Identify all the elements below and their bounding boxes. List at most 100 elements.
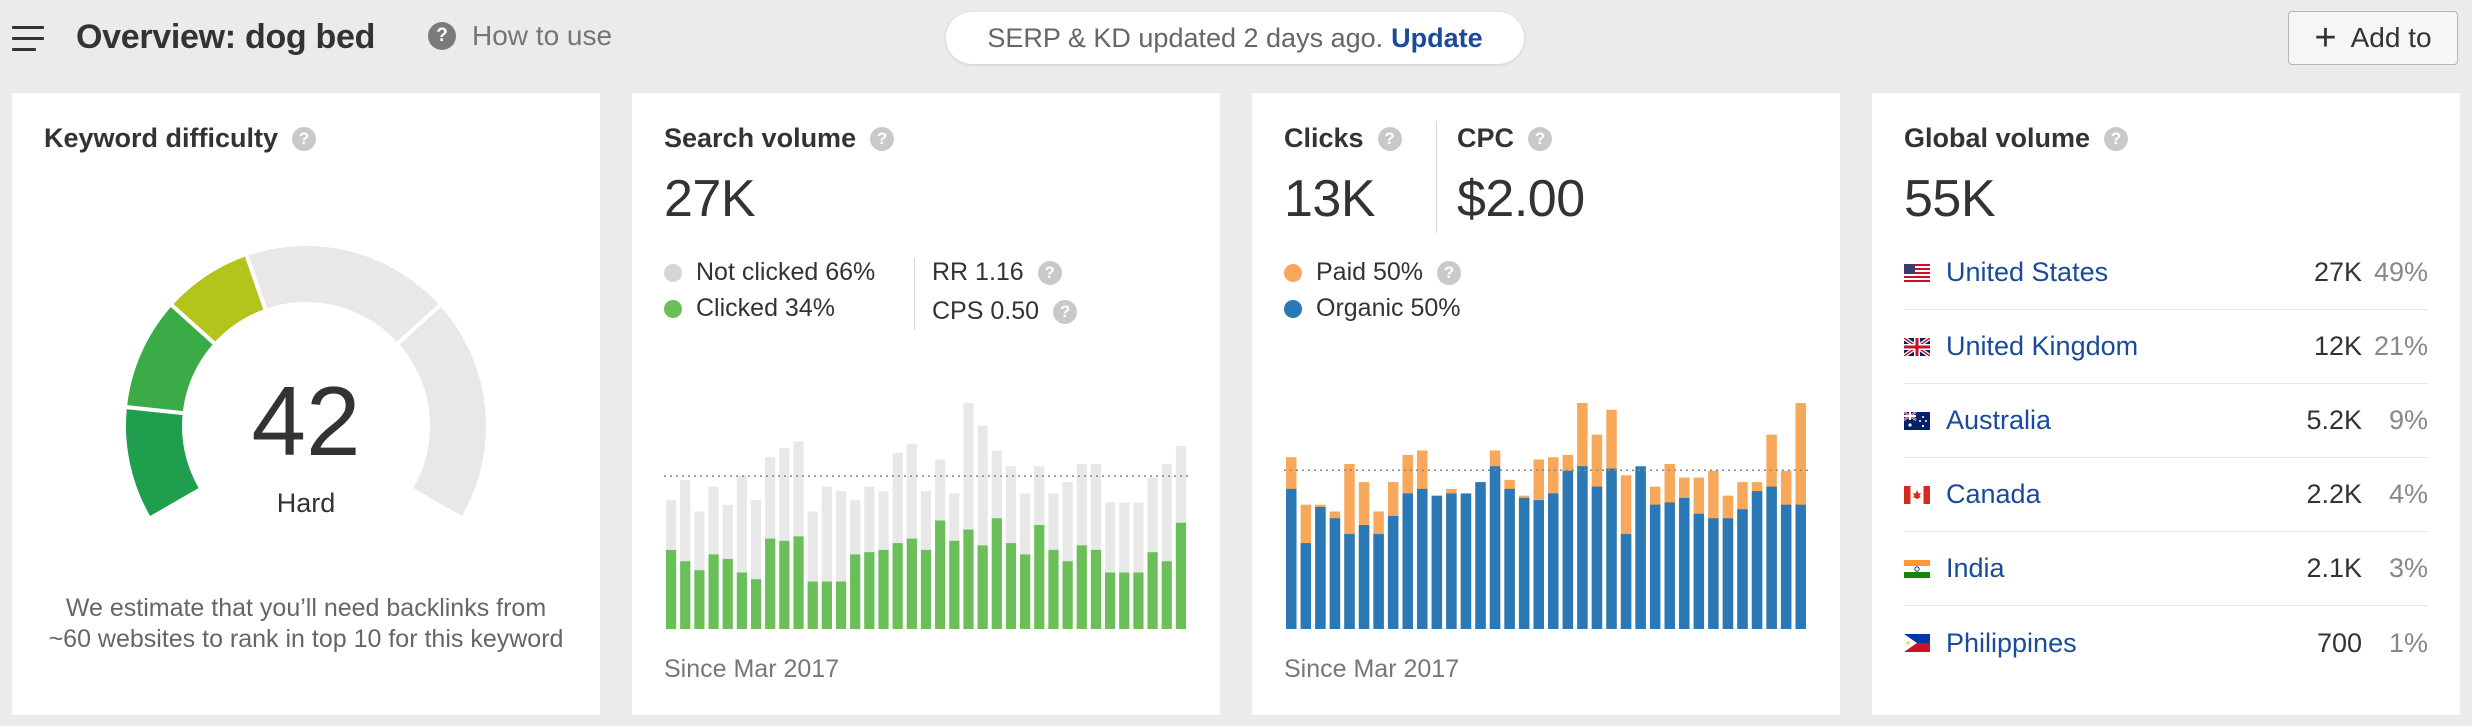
country-row: Philippines 700 1% <box>1904 606 2428 680</box>
clicks-bar-part[interactable] <box>1518 497 1530 629</box>
sv-bar-part[interactable] <box>1034 525 1045 629</box>
country-name[interactable]: United Kingdom <box>1946 331 2272 362</box>
sv-bar-part[interactable] <box>821 581 832 629</box>
clicks-bar-part[interactable] <box>1780 504 1792 629</box>
sv-bar-part[interactable] <box>1105 572 1116 630</box>
sv-bar-part[interactable] <box>963 529 974 629</box>
clicks-bar-part[interactable] <box>1766 486 1777 629</box>
clicks-bar-part[interactable] <box>1737 509 1748 629</box>
global-volume-card: Global volume ? 55K United States 27K 49% U… <box>1872 93 2460 715</box>
clicks-bar-part[interactable] <box>1417 488 1428 629</box>
clicks-bar-part[interactable] <box>1708 518 1719 629</box>
sv-bar-part[interactable] <box>878 549 889 629</box>
clicks-bar-part[interactable] <box>1402 493 1413 629</box>
sv-bar-part[interactable] <box>750 579 762 629</box>
sv-bar-part[interactable] <box>977 545 988 629</box>
sv-bar-part[interactable] <box>1048 549 1059 629</box>
clicks-bar-part[interactable] <box>1649 504 1661 629</box>
canada-flag-icon <box>1904 485 1930 504</box>
sv-bar-part[interactable] <box>722 558 733 629</box>
clicks-bar-part[interactable] <box>1300 543 1312 629</box>
sv-bar-part[interactable] <box>892 543 903 629</box>
how-to-use-link[interactable]: ? How to use <box>428 20 612 52</box>
sv-title-label: Search volume <box>664 123 857 153</box>
clicks-bar-part[interactable] <box>1591 486 1603 629</box>
clicks-bar-part[interactable] <box>1475 482 1486 629</box>
sv-bar-part[interactable] <box>807 581 818 629</box>
clicks-bar-part[interactable] <box>1387 516 1399 629</box>
add-to-button[interactable]: + Add to <box>2288 11 2458 65</box>
sv-bar-part[interactable] <box>991 518 1002 629</box>
clicks-bar-part[interactable] <box>1635 466 1646 629</box>
clicks-bar-part[interactable] <box>1373 534 1384 629</box>
clicks-help-icon[interactable]: ? <box>1377 126 1402 151</box>
sv-bar-part[interactable] <box>1076 545 1087 629</box>
country-percent: 4% <box>2388 479 2428 509</box>
clicks-bar-part[interactable] <box>1315 506 1326 629</box>
sv-bar-part[interactable] <box>680 561 691 629</box>
sv-bar-part[interactable] <box>708 554 719 629</box>
sv-bar-part[interactable] <box>1175 522 1187 629</box>
clicks-bar-part[interactable] <box>1286 488 1297 629</box>
sv-bar-part[interactable] <box>1119 572 1130 630</box>
clicks-bar-part[interactable] <box>1460 493 1472 629</box>
sv-bar-part[interactable] <box>864 552 875 629</box>
organic-label: Organic 50% <box>1316 294 1461 322</box>
menu-icon[interactable] <box>12 26 44 52</box>
clicks-bar-part[interactable] <box>1358 525 1370 629</box>
clicks-bar-part[interactable] <box>1504 488 1515 629</box>
clicks-bar-part[interactable] <box>1795 504 1806 629</box>
update-link[interactable]: Update <box>1391 23 1483 54</box>
clicks-bar-part[interactable] <box>1751 491 1763 629</box>
sv-bar-part[interactable] <box>779 540 790 629</box>
clicks-bar-part[interactable] <box>1722 518 1734 629</box>
sv-bar-part[interactable] <box>1062 561 1073 629</box>
sv-bar-part[interactable] <box>1005 543 1017 629</box>
clicks-bar-part[interactable] <box>1548 493 1559 629</box>
clicks-bar-part[interactable] <box>1606 468 1617 629</box>
sv-bar-part[interactable] <box>1090 549 1102 629</box>
sv-bar-part[interactable] <box>1161 561 1172 629</box>
sv-bar-part[interactable] <box>920 549 932 629</box>
country-volume: 700 <box>2316 627 2362 658</box>
clicks-bar-part[interactable] <box>1693 513 1705 629</box>
clicks-bar-part[interactable] <box>1533 500 1544 629</box>
clicks-bar-part[interactable] <box>1577 466 1588 629</box>
clicks-bar-part[interactable] <box>1344 534 1355 629</box>
sv-bar-part[interactable] <box>949 540 960 629</box>
sv-bar-part[interactable] <box>793 536 804 629</box>
clicks-bar-part[interactable] <box>1664 502 1675 629</box>
sv-bar-part[interactable] <box>736 572 747 630</box>
clicks-bar-part[interactable] <box>1431 495 1443 629</box>
sv-bar-part[interactable] <box>1020 554 1031 629</box>
rr-help-icon[interactable]: ? <box>1037 260 1062 285</box>
clicks-title-label: Clicks <box>1284 123 1364 153</box>
paid-help-icon[interactable]: ? <box>1437 260 1462 285</box>
clicks-bar-part[interactable] <box>1489 466 1501 629</box>
sv-bar-part[interactable] <box>694 570 705 629</box>
sv-bar-part[interactable] <box>850 554 861 629</box>
sv-bar-part[interactable] <box>935 520 946 629</box>
sv-bar-part[interactable] <box>765 538 776 629</box>
country-name[interactable]: Canada <box>1946 479 2272 510</box>
sv-bar-part[interactable] <box>1133 572 1144 630</box>
sv-bar-part[interactable] <box>835 581 847 629</box>
sv-bar-part[interactable] <box>665 549 677 629</box>
country-name[interactable]: India <box>1946 553 2272 584</box>
sv-bar-part[interactable] <box>906 538 917 629</box>
gv-help-icon[interactable]: ? <box>2104 126 2129 151</box>
clicks-bar-part[interactable] <box>1620 534 1632 629</box>
clicks-bar-part[interactable] <box>1446 493 1457 629</box>
clicks-bar-part[interactable] <box>1329 518 1341 629</box>
sv-help-icon[interactable]: ? <box>870 126 895 151</box>
organic-dot <box>1284 299 1302 318</box>
sv-bar-part[interactable] <box>1147 552 1158 629</box>
not-clicked-label: Not clicked 66% <box>696 258 876 286</box>
clicks-bar-part[interactable] <box>1679 497 1690 629</box>
country-name[interactable]: Australia <box>1946 405 2272 436</box>
country-name[interactable]: Philippines <box>1946 628 2272 659</box>
country-name[interactable]: United States <box>1946 257 2272 288</box>
cps-help-icon[interactable]: ? <box>1053 299 1078 324</box>
clicks-bar-part[interactable] <box>1562 470 1574 629</box>
cpc-help-icon[interactable]: ? <box>1528 126 1553 151</box>
